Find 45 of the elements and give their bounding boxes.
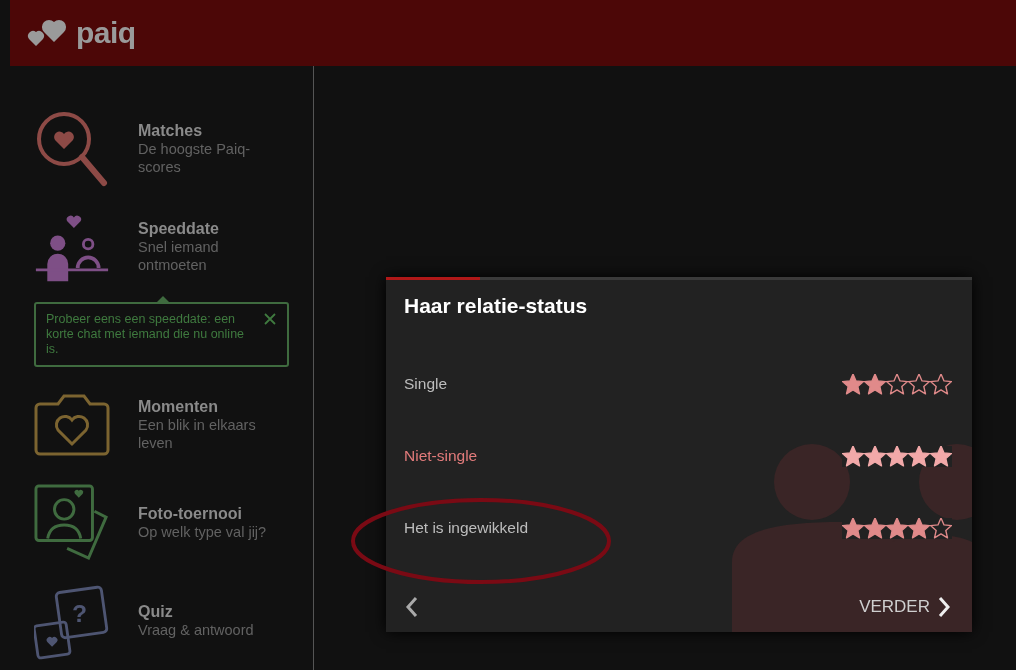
sidebar-item[interactable]: Speeddate Snel iemand ontmoeten	[34, 198, 313, 297]
star-filled-icon	[886, 517, 908, 539]
chevron-right-icon	[936, 596, 952, 618]
star-outline-icon	[930, 517, 952, 539]
item-title: Speeddate	[138, 220, 220, 239]
option-label[interactable]: Single	[404, 375, 448, 393]
item-subtitle: Op welk type val jij?	[138, 522, 268, 541]
star-rating[interactable]	[842, 517, 952, 539]
star-filled-icon	[930, 445, 952, 467]
star-filled-icon	[864, 445, 886, 467]
sidebar-item[interactable]: Matches De hoogste Paiq-scores	[34, 100, 313, 199]
star-filled-icon	[864, 373, 886, 395]
star-filled-icon	[908, 517, 930, 539]
star-outline-icon	[930, 373, 952, 395]
sidebar-item[interactable]: Foto-toernooi Op welk type val jij?	[34, 473, 313, 572]
previous-button[interactable]	[404, 596, 420, 618]
star-outline-icon	[886, 373, 908, 395]
star-filled-icon	[842, 373, 864, 395]
item-title: Momenten	[138, 397, 219, 416]
star-filled-icon	[842, 517, 864, 539]
item-subtitle: Snel iemand ontmoeten	[138, 238, 220, 275]
tip-text: Probeer eens een speeddate: een korte chat met iemand die nu online is.	[46, 312, 246, 358]
close-button[interactable]	[263, 312, 277, 327]
item-title: Matches	[138, 122, 204, 141]
close-icon	[263, 312, 277, 327]
sidebar-item[interactable]: Momenten Een blik in elkaars leven	[34, 375, 313, 474]
star-filled-icon	[908, 445, 930, 467]
option-label[interactable]: Niet-single	[404, 447, 478, 465]
option-label[interactable]: Het is ingewikkeld	[404, 519, 529, 537]
star-filled-icon	[864, 517, 886, 539]
next-button[interactable]: VERDER	[859, 596, 952, 618]
item-subtitle: De hoogste Paiq-scores	[138, 140, 252, 177]
star-filled-icon	[886, 445, 908, 467]
item-subtitle: Een blik in elkaars leven	[138, 415, 257, 452]
item-title: Quiz	[138, 602, 174, 621]
star-outline-icon	[908, 373, 930, 395]
card-title: Haar relatie-status	[404, 294, 589, 318]
item-subtitle: Vraag & antwoord	[138, 620, 255, 639]
logo-text[interactable]: paiq	[76, 16, 136, 50]
item-title: Foto-toernooi	[138, 504, 243, 523]
star-filled-icon	[842, 445, 864, 467]
photo-portrait-icon	[34, 482, 110, 563]
sidebar-item[interactable]: ? Quiz Vraag & antwoord	[34, 571, 313, 670]
chevron-left-icon	[404, 596, 420, 618]
star-rating[interactable]	[842, 445, 952, 467]
